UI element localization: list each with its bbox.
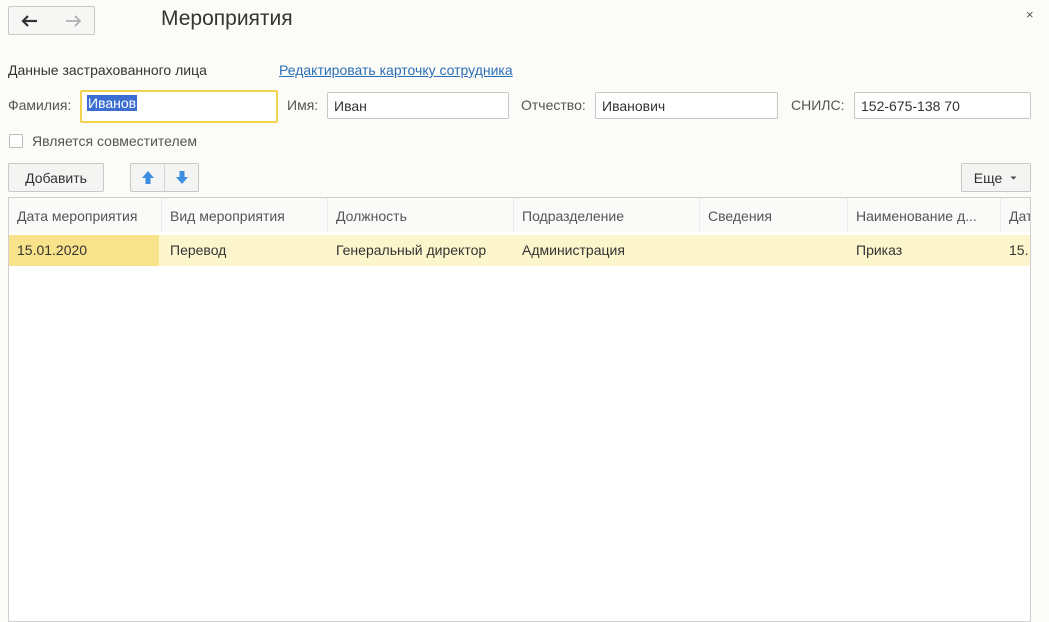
move-buttons	[130, 163, 199, 192]
snils-label: СНИЛС:	[791, 97, 845, 113]
cell-document-name[interactable]: Приказ	[848, 235, 1001, 266]
patronymic-field[interactable]: Иванович	[595, 92, 778, 119]
cell-position[interactable]: Генеральный директор	[328, 235, 514, 266]
column-header-event-type[interactable]: Вид мероприятия	[162, 198, 328, 232]
cell-department[interactable]: Администрация	[514, 235, 700, 266]
add-button[interactable]: Добавить	[8, 163, 104, 192]
part-time-checkbox[interactable]	[9, 134, 23, 148]
arrow-left-icon	[21, 14, 38, 27]
cell-event-type[interactable]: Перевод	[162, 235, 328, 266]
surname-label: Фамилия:	[8, 97, 72, 113]
arrow-up-icon	[141, 171, 154, 184]
back-button[interactable]	[9, 7, 52, 34]
move-up-button[interactable]	[131, 164, 165, 191]
column-header-department[interactable]: Подразделение	[514, 198, 700, 232]
insured-person-section-label: Данные застрахованного лица	[8, 62, 207, 78]
column-header-details[interactable]: Сведения	[700, 198, 848, 232]
move-down-button[interactable]	[165, 164, 198, 191]
cell-event-date[interactable]: 15.01.2020	[9, 235, 159, 266]
column-header-position[interactable]: Должность	[328, 198, 514, 232]
forward-button[interactable]	[52, 7, 95, 34]
snils-field[interactable]: 152-675-138 70	[854, 92, 1031, 119]
part-time-label[interactable]: Является совместителем	[32, 133, 197, 149]
arrow-down-icon	[175, 171, 188, 184]
events-table: Дата мероприятия Вид мероприятия Должнос…	[8, 197, 1031, 622]
chevron-down-icon	[1010, 176, 1017, 179]
patronymic-label: Отчество:	[521, 97, 586, 113]
column-header-document-name[interactable]: Наименование д...	[848, 198, 1001, 232]
column-header-document-date[interactable]: Дат	[1001, 198, 1030, 232]
table-row[interactable]: 15.01.2020 Перевод Генеральный директор …	[9, 235, 1030, 266]
navigation-buttons	[8, 6, 95, 35]
more-button[interactable]: Еще	[961, 163, 1031, 192]
arrow-right-icon	[65, 14, 81, 27]
edit-employee-card-link[interactable]: Редактировать карточку сотрудника	[279, 62, 513, 78]
column-header-event-date[interactable]: Дата мероприятия	[9, 198, 162, 232]
cell-details[interactable]	[700, 235, 848, 266]
page-title: Мероприятия	[161, 7, 293, 30]
cell-document-date[interactable]: 15.	[1001, 235, 1030, 266]
close-icon[interactable]: ×	[1026, 7, 1034, 22]
surname-field[interactable]: Иванов	[80, 90, 278, 123]
name-label: Имя:	[287, 97, 319, 113]
surname-value: Иванов	[87, 95, 138, 111]
name-field[interactable]: Иван	[327, 92, 509, 119]
more-label: Еще	[973, 169, 1003, 186]
table-header: Дата мероприятия Вид мероприятия Должнос…	[9, 198, 1030, 232]
